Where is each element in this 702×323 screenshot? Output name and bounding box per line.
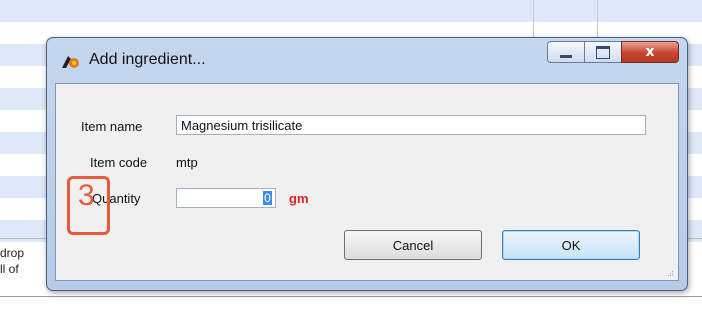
- minimize-icon: [560, 54, 572, 58]
- dialog-title: Add ingredient...: [89, 51, 206, 68]
- step-number: 3: [78, 179, 95, 212]
- ok-button[interactable]: OK: [502, 230, 640, 260]
- cancel-button[interactable]: Cancel: [344, 230, 482, 260]
- background-cut-text: drop: [0, 246, 25, 260]
- resize-grip-icon[interactable]: [666, 269, 674, 277]
- item-name-input[interactable]: Magnesium trisilicate: [176, 115, 646, 135]
- quantity-input[interactable]: 0: [176, 188, 276, 208]
- maximize-button[interactable]: [584, 41, 622, 63]
- dialog-titlebar[interactable]: Add ingredient... x: [47, 38, 687, 80]
- item-code-value: mtp: [176, 155, 198, 170]
- dialog-body: Item name Magnesium trisilicate Item cod…: [55, 83, 679, 281]
- item-name-label: Item name: [81, 119, 143, 134]
- step-annotation-box: 3: [67, 176, 110, 235]
- app-icon: [62, 56, 79, 68]
- maximize-icon: [596, 45, 610, 59]
- background-divider: [0, 296, 702, 297]
- quantity-value: 0: [263, 191, 272, 205]
- close-button[interactable]: x: [621, 41, 679, 63]
- background-cut-text: ll of: [0, 262, 19, 276]
- add-ingredient-dialog: Add ingredient... x Item name Magnesium …: [46, 37, 688, 291]
- item-code-label: Item code: [90, 155, 148, 170]
- item-name-value: Magnesium trisilicate: [181, 118, 303, 133]
- close-icon: x: [645, 44, 655, 60]
- minimize-button[interactable]: [547, 41, 585, 63]
- window-controls: x: [547, 41, 679, 63]
- quantity-unit: gm: [289, 191, 309, 206]
